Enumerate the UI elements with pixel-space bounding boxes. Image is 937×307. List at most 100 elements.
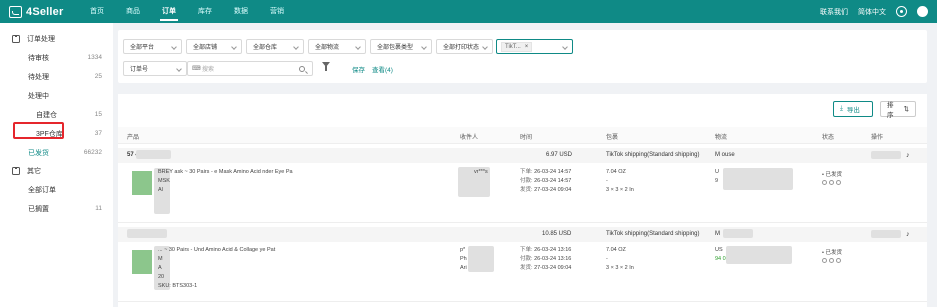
column-header: 包裹 bbox=[606, 135, 619, 141]
chevron-down-icon bbox=[421, 44, 427, 50]
time-label: 发货: bbox=[520, 265, 533, 271]
main-nav: 首页 商品 订单 库存 数据 营销 bbox=[79, 0, 295, 23]
status-label: 已发货 bbox=[825, 250, 842, 256]
sidebar-item-label: 待处理 bbox=[28, 73, 49, 81]
filter-icon[interactable] bbox=[322, 62, 330, 71]
package-dims: 3 × 3 × 2 In bbox=[606, 265, 634, 271]
download-icon: ⤓ bbox=[840, 105, 843, 112]
platform-tag: TikT... × bbox=[501, 41, 533, 52]
time-value: 26-03-24 14:57 bbox=[534, 178, 572, 184]
order-status: • 已发货 bbox=[822, 172, 842, 178]
save-link[interactable]: 保存 bbox=[352, 64, 365, 74]
tracking-number[interactable]: 9 bbox=[715, 177, 719, 186]
store-select[interactable]: 全部店铺 bbox=[186, 39, 242, 54]
sidebar-item-label: 已发货 bbox=[28, 149, 49, 157]
status-actions bbox=[822, 258, 843, 264]
print-status-select[interactable]: 全部打印状态 bbox=[436, 39, 493, 54]
tag-icon[interactable] bbox=[836, 180, 841, 186]
info-icon[interactable] bbox=[829, 258, 834, 264]
chevron-down-icon bbox=[355, 44, 361, 50]
column-header: 操作 bbox=[871, 135, 884, 141]
sidebar-item-on-hold[interactable]: 已搁置 11 bbox=[0, 199, 113, 218]
nav-data[interactable]: 数据 bbox=[223, 0, 259, 23]
column-header: 收件人 bbox=[460, 135, 479, 141]
order-amount: 10.85 USD bbox=[542, 231, 572, 237]
logo-text: 4Seller bbox=[26, 5, 64, 18]
language-select[interactable]: 简体中文 bbox=[858, 7, 886, 17]
order-list-panel: ⤓导出 排序 ⇅ 产品 收件人 时间 包裹 物流 状态 操作 57 4239295… bbox=[118, 94, 927, 307]
button-label: 排序 bbox=[887, 102, 894, 119]
clock-icon[interactable] bbox=[822, 180, 827, 186]
nav-orders[interactable]: 订单 bbox=[151, 0, 187, 23]
select-label: 全部店铺 bbox=[193, 45, 218, 51]
nav-home[interactable]: 首页 bbox=[79, 0, 115, 23]
select-label: 全部仓库 bbox=[253, 45, 278, 51]
tiktok-icon: ♪ bbox=[906, 152, 910, 159]
tracking-number[interactable]: 94 0 bbox=[715, 255, 726, 264]
logistics-select[interactable]: 全部物流 bbox=[308, 39, 366, 54]
status-label: 已发货 bbox=[825, 172, 842, 178]
sort-button[interactable]: 排序 ⇅ bbox=[880, 101, 916, 119]
sidebar-item-label: 待审核 bbox=[28, 54, 49, 62]
redacted-block bbox=[726, 246, 792, 264]
product-title[interactable]: ... ~ 30 Pairs - Und Amino Acid & Collag… bbox=[158, 246, 275, 255]
contact-us-link[interactable]: 联系我们 bbox=[820, 7, 848, 17]
sort-icon: ⇅ bbox=[903, 106, 909, 113]
time-label: 付款: bbox=[520, 256, 533, 262]
order-number-select[interactable]: 订单号 bbox=[123, 61, 187, 76]
logo[interactable]: 4Seller bbox=[9, 5, 79, 18]
redacted-block bbox=[871, 230, 901, 238]
sidebar-item-count: 66232 bbox=[83, 149, 102, 156]
select-label: 全部物流 bbox=[315, 45, 340, 51]
time-label: 发货: bbox=[520, 187, 533, 193]
search-icon[interactable] bbox=[299, 66, 305, 72]
product-attr: 20 bbox=[158, 274, 165, 280]
avatar[interactable] bbox=[917, 6, 928, 17]
nav-inventory[interactable]: 库存 bbox=[187, 0, 223, 23]
warehouse-select[interactable]: 全部仓库 bbox=[246, 39, 304, 54]
tag-icon[interactable] bbox=[836, 258, 841, 264]
close-icon[interactable]: × bbox=[525, 44, 529, 50]
sidebar-item-to-process[interactable]: 待处理 25 bbox=[0, 67, 113, 86]
nav-marketing[interactable]: 营销 bbox=[259, 0, 295, 23]
sidebar-item-all-orders[interactable]: 全部订单 bbox=[0, 180, 113, 199]
package-dash: - bbox=[606, 256, 608, 262]
settings-icon[interactable] bbox=[896, 6, 907, 17]
platform-select[interactable]: 全部平台 bbox=[123, 39, 182, 54]
package-type-select[interactable]: 全部包裹类型 bbox=[370, 39, 432, 54]
sidebar-item-shipped[interactable]: 已发货 66232 bbox=[0, 143, 113, 162]
product-thumbnail[interactable] bbox=[132, 250, 152, 274]
sidebar-section-other[interactable]: 其它 bbox=[0, 162, 113, 180]
sidebar-item-label: 自建仓 bbox=[36, 111, 57, 119]
sidebar-item-label: 处理中 bbox=[28, 92, 49, 100]
clock-icon[interactable] bbox=[822, 258, 827, 264]
tiktok-icon: ♪ bbox=[906, 231, 910, 238]
search-input[interactable]: ⌨ 搜索 bbox=[187, 61, 313, 76]
export-button[interactable]: ⤓ 导出 bbox=[833, 101, 873, 117]
nav-products[interactable]: 商品 bbox=[115, 0, 151, 23]
time-label: 付款: bbox=[520, 178, 533, 184]
highlight-box bbox=[13, 122, 64, 139]
order-times: 下单: 26-03-24 13:16 付款: 26-03-24 13:16 发货… bbox=[520, 246, 571, 273]
table-header: 产品 收件人 时间 包裹 物流 状态 操作 bbox=[118, 127, 927, 144]
view-link[interactable]: 查看(4) bbox=[372, 64, 393, 74]
clipboard-icon bbox=[12, 167, 20, 175]
platform-tag-select[interactable]: TikT... × bbox=[496, 39, 573, 54]
chevron-down-icon bbox=[231, 44, 237, 50]
time-value: 26-03-24 13:16 bbox=[534, 256, 572, 262]
time-value: 26-03-24 14:57 bbox=[534, 169, 572, 175]
column-header: 状态 bbox=[822, 135, 835, 141]
clipboard-icon bbox=[12, 35, 20, 43]
chevron-down-icon bbox=[293, 44, 299, 50]
sidebar-section-label: 订单处理 bbox=[27, 36, 55, 43]
info-icon[interactable] bbox=[829, 180, 834, 186]
sidebar-section-order-processing[interactable]: 订单处理 bbox=[0, 30, 113, 48]
sidebar-item-count: 25 bbox=[94, 73, 102, 80]
product-title[interactable]: BREY ask ~ 30 Pairs - e Mask Amino Acid … bbox=[158, 168, 293, 177]
product-thumbnail[interactable] bbox=[132, 171, 152, 195]
package-info: 7.04 OZ - 3 × 3 × 2 In bbox=[606, 168, 634, 195]
sidebar-item-pending-review[interactable]: 待审核 1334 bbox=[0, 48, 113, 67]
chevron-down-icon bbox=[562, 44, 568, 50]
sidebar-item-processing[interactable]: 处理中 bbox=[0, 86, 113, 105]
package-weight: 7.04 OZ bbox=[606, 169, 626, 175]
